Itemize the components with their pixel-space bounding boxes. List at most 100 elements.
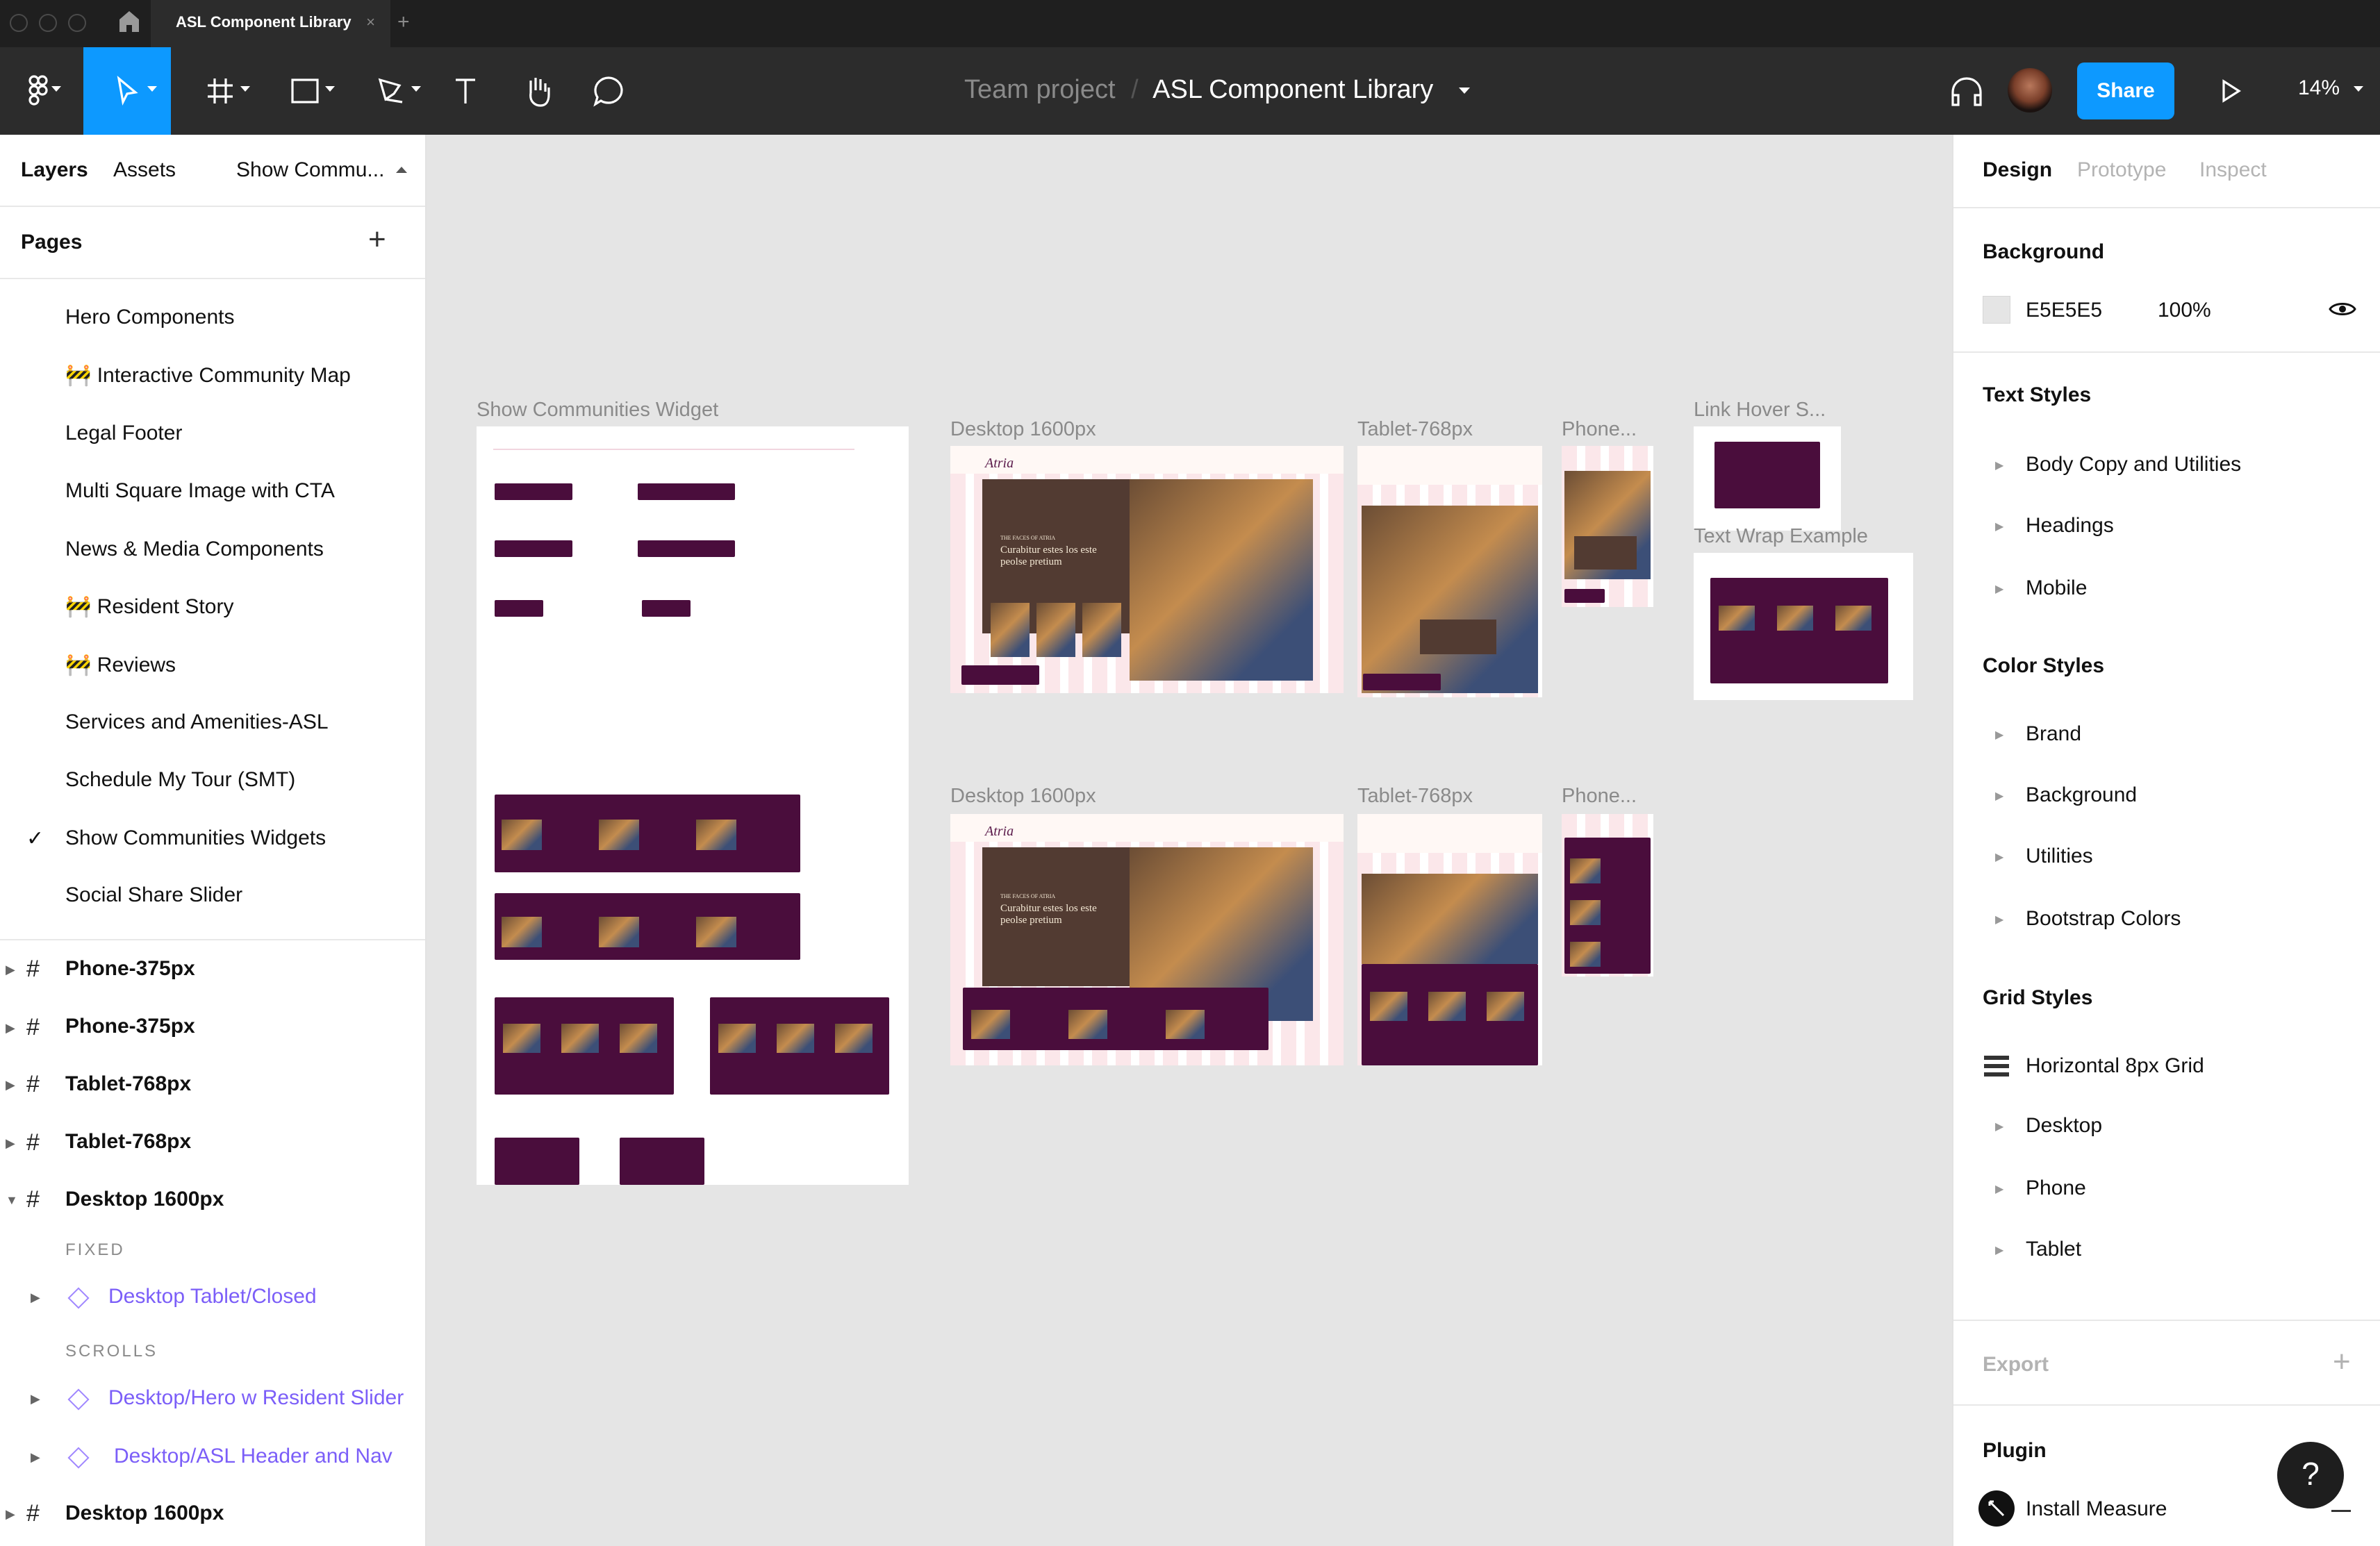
close-tab-icon[interactable]: × — [366, 0, 375, 44]
maximize-window-dot[interactable] — [68, 14, 86, 32]
collapse-pages-chevron-icon[interactable] — [396, 167, 407, 173]
frame-label[interactable]: Tablet-768px — [1357, 418, 1473, 441]
color-style-group[interactable]: Background — [2026, 783, 2137, 807]
layer-row[interactable]: Phone-375px — [65, 957, 195, 981]
component-layer[interactable]: Desktop/ASL Header and Nav — [114, 1445, 392, 1468]
home-icon[interactable] — [118, 10, 140, 37]
expand-layer-icon[interactable]: ▶ — [6, 1136, 15, 1151]
component-layer[interactable]: Desktop Tablet/Closed — [108, 1285, 317, 1308]
add-page-icon[interactable]: + — [368, 222, 386, 257]
expand-style-icon[interactable]: ▶ — [1995, 458, 2003, 472]
expand-layer-icon[interactable]: ▶ — [31, 1392, 40, 1406]
expand-style-icon[interactable]: ▶ — [1995, 789, 2003, 803]
present-button[interactable] — [2206, 47, 2255, 135]
color-style-group[interactable]: Utilities — [2026, 845, 2093, 868]
phone-frame[interactable] — [1562, 814, 1653, 976]
page-item[interactable]: Legal Footer — [65, 422, 182, 445]
show-communities-frame[interactable] — [477, 426, 909, 1185]
add-export-icon[interactable]: + — [2333, 1345, 2351, 1379]
frame-label[interactable]: Phone... — [1562, 418, 1637, 441]
layer-row[interactable]: Tablet-768px — [65, 1130, 191, 1154]
page-item[interactable]: Multi Square Image with CTA — [65, 479, 335, 503]
tablet-frame[interactable] — [1357, 446, 1542, 697]
eye-visibility-icon[interactable] — [2329, 299, 2356, 323]
text-style-group[interactable]: Headings — [2026, 514, 2114, 538]
minimize-window-dot[interactable] — [39, 14, 57, 32]
design-canvas[interactable]: Show Communities Widget Desktop 1600px A… — [428, 135, 1951, 1546]
frame-label[interactable]: Desktop 1600px — [950, 418, 1096, 441]
frame-label[interactable]: Link Hover S... — [1694, 399, 1826, 422]
pen-tool-button[interactable] — [353, 47, 429, 135]
tablet-frame[interactable] — [1357, 814, 1542, 1065]
expand-style-icon[interactable]: ▶ — [1995, 1120, 2003, 1133]
grid-style-group[interactable]: Desktop — [2026, 1114, 2102, 1138]
page-item[interactable]: Hero Components — [65, 306, 234, 329]
layer-row[interactable]: Desktop 1600px — [65, 1502, 224, 1525]
page-item[interactable]: Social Share Slider — [65, 883, 242, 907]
desktop-frame[interactable]: Atria THE FACES OF ATRIA Curabitur estes… — [950, 446, 1344, 693]
background-color-swatch[interactable] — [1983, 296, 2010, 324]
frame-tool-button[interactable] — [182, 47, 258, 135]
text-style-group[interactable]: Body Copy and Utilities — [2026, 453, 2241, 476]
project-name[interactable]: Team project — [964, 75, 1116, 104]
expand-style-icon[interactable]: ▶ — [1995, 520, 2003, 533]
expand-layer-icon[interactable]: ▶ — [6, 1507, 15, 1522]
layer-row[interactable]: Tablet-768px — [65, 1072, 191, 1096]
link-hover-frame[interactable] — [1694, 426, 1841, 531]
page-item[interactable]: 🚧 Interactive Community Map — [65, 363, 351, 388]
remove-plugin-icon[interactable] — [2331, 1510, 2351, 1512]
phone-frame[interactable] — [1562, 446, 1653, 607]
page-selector[interactable]: Show Commu... — [236, 158, 384, 182]
layer-row[interactable]: Phone-375px — [65, 1015, 195, 1038]
comment-tool-button[interactable] — [581, 47, 636, 135]
background-hex-input[interactable]: E5E5E5 — [2026, 299, 2102, 322]
file-name[interactable]: ASL Component Library — [1152, 75, 1433, 104]
file-tab[interactable]: ASL Component Library × — [151, 0, 390, 47]
grid-style-group[interactable]: Tablet — [2026, 1238, 2081, 1261]
tab-inspect[interactable]: Inspect — [2199, 158, 2267, 182]
page-item-current[interactable]: Show Communities Widgets — [65, 826, 326, 850]
file-menu-chevron-icon[interactable] — [1458, 88, 1470, 94]
expand-style-icon[interactable]: ▶ — [1995, 1182, 2003, 1196]
tab-assets[interactable]: Assets — [113, 158, 176, 182]
tab-design[interactable]: Design — [1983, 158, 2052, 182]
expand-style-icon[interactable]: ▶ — [1995, 850, 2003, 864]
component-layer[interactable]: Desktop/Hero w Resident Slider — [108, 1386, 404, 1410]
layer-row-expanded[interactable]: Desktop 1600px — [65, 1188, 224, 1211]
frame-label[interactable]: Tablet-768px — [1357, 785, 1473, 808]
user-avatar[interactable] — [2008, 68, 2052, 113]
plugin-item[interactable]: Install Measure — [2026, 1497, 2167, 1521]
page-item[interactable]: Schedule My Tour (SMT) — [65, 768, 295, 792]
hand-tool-button[interactable] — [507, 47, 570, 135]
help-button[interactable]: ? — [2277, 1442, 2344, 1508]
frame-label[interactable]: Text Wrap Example — [1694, 525, 1868, 548]
text-tool-button[interactable] — [438, 47, 493, 135]
frame-label[interactable]: Show Communities Widget — [477, 399, 718, 422]
page-item[interactable]: Services and Amenities-ASL — [65, 710, 329, 734]
expand-style-icon[interactable]: ▶ — [1995, 582, 2003, 596]
grid-style-group[interactable]: Phone — [2026, 1177, 2086, 1200]
expand-style-icon[interactable]: ▶ — [1995, 1243, 2003, 1257]
page-item[interactable]: 🚧 Resident Story — [65, 595, 233, 619]
text-wrap-frame[interactable] — [1694, 553, 1913, 700]
color-style-group[interactable]: Bootstrap Colors — [2026, 907, 2181, 931]
page-item[interactable]: 🚧 Reviews — [65, 653, 176, 677]
grid-style[interactable]: Horizontal 8px Grid — [2026, 1054, 2204, 1078]
zoom-menu[interactable]: 14% — [2298, 76, 2364, 100]
frame-label[interactable]: Phone... — [1562, 785, 1637, 808]
share-button[interactable]: Share — [2077, 63, 2174, 119]
desktop-frame[interactable]: Atria THE FACES OF ATRIA Curabitur estes… — [950, 814, 1344, 1065]
new-tab-icon[interactable]: + — [397, 0, 410, 44]
close-window-dot[interactable] — [10, 14, 28, 32]
collapse-layer-icon[interactable]: ▼ — [6, 1193, 18, 1208]
page-item[interactable]: News & Media Components — [65, 538, 324, 561]
expand-layer-icon[interactable]: ▶ — [6, 963, 15, 977]
text-style-group[interactable]: Mobile — [2026, 576, 2087, 600]
audio-headphones-button[interactable] — [1942, 47, 1991, 135]
expand-layer-icon[interactable]: ▶ — [31, 1450, 40, 1465]
move-tool-button[interactable] — [83, 47, 171, 135]
tab-prototype[interactable]: Prototype — [2077, 158, 2166, 182]
tab-layers[interactable]: Layers — [21, 158, 88, 182]
color-style-group[interactable]: Brand — [2026, 722, 2081, 746]
main-menu-button[interactable] — [0, 47, 76, 135]
